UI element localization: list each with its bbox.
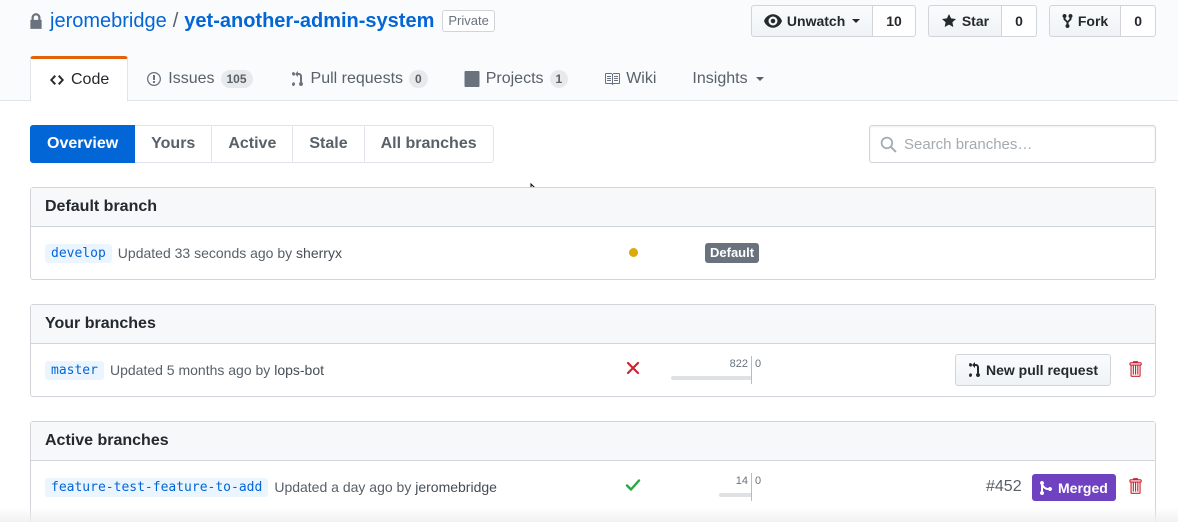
branch-updated-text: Updated 5 months ago by lops-bot: [110, 362, 324, 378]
star-group: Star 0: [927, 5, 1037, 37]
pull-request-icon: [969, 362, 980, 377]
branch-author[interactable]: lops-bot: [274, 362, 324, 378]
branch-updated-text: Updated 33 seconds ago by sherryx: [118, 245, 342, 261]
branch-row: master Updated 5 months ago by lops-bot …: [31, 344, 1155, 396]
unwatch-button[interactable]: Unwatch: [750, 5, 874, 37]
repo-name-link[interactable]: yet-another-admin-system: [184, 10, 434, 33]
behind-count: 822: [729, 358, 748, 370]
repo-header: jeromebridge / yet-another-admin-system …: [0, 0, 1178, 102]
branch-name-link[interactable]: master: [45, 360, 104, 380]
tab-insights[interactable]: Insights: [674, 56, 781, 102]
chevron-down-icon: [852, 19, 861, 23]
code-icon: [50, 75, 64, 85]
tab-wiki[interactable]: Wiki: [586, 56, 674, 102]
ahead-behind-divider: [751, 356, 752, 384]
tab-code[interactable]: Code: [30, 56, 129, 102]
trash-icon[interactable]: [1128, 360, 1142, 378]
ahead-behind-graph: 14 0: [671, 473, 831, 503]
star-label: Star: [961, 13, 990, 29]
default-badge: Default: [705, 243, 760, 263]
pull-request-icon: [291, 71, 303, 87]
branch-updated-text: Updated a day ago by jeromebridge: [274, 479, 497, 495]
filter-active[interactable]: Active: [212, 125, 294, 163]
default-branch-heading: Default branch: [31, 188, 1155, 227]
ahead-behind-graph: 822 0: [671, 356, 831, 386]
fork-button[interactable]: Fork: [1048, 5, 1122, 37]
repo-title: jeromebridge / yet-another-admin-system …: [28, 7, 495, 35]
tab-projects-label: Projects: [485, 70, 544, 87]
filter-all-branches[interactable]: All branches: [364, 125, 494, 163]
tab-wiki-label: Wiki: [626, 70, 657, 87]
unwatch-label: Unwatch: [786, 13, 846, 29]
fork-label: Fork: [1077, 13, 1109, 29]
merge-icon: [1040, 480, 1052, 495]
filter-overview[interactable]: Overview: [30, 125, 136, 163]
ahead-behind-divider: [751, 473, 752, 501]
branch-row: develop Updated 33 seconds ago by sherry…: [31, 227, 1155, 279]
status-pending-icon[interactable]: [629, 248, 638, 257]
new-pull-request-label: New pull request: [986, 362, 1099, 378]
repo-actions: Unwatch 10 Star 0 Fork 0: [750, 5, 1156, 37]
search-branches-field[interactable]: [869, 125, 1156, 163]
bottom-fade: [0, 507, 1178, 522]
fork-count[interactable]: 0: [1121, 5, 1156, 37]
issues-count: 105: [220, 70, 253, 88]
repo-owner-link[interactable]: jeromebridge: [50, 10, 167, 33]
branch-author[interactable]: sherryx: [296, 245, 342, 261]
search-icon: [880, 136, 897, 153]
repo-nav: Code Issues 105 Pull requests 0 Projects…: [30, 56, 782, 102]
branch-name-link[interactable]: feature-test-feature-to-add: [45, 477, 269, 497]
filter-stale[interactable]: Stale: [293, 125, 365, 163]
branch-author[interactable]: jeromebridge: [415, 479, 497, 495]
default-branch-box: Default branch develop Updated 33 second…: [30, 187, 1156, 280]
branch-name-link[interactable]: develop: [45, 243, 112, 263]
behind-bar: [671, 376, 751, 380]
tab-issues[interactable]: Issues 105: [128, 56, 270, 102]
filter-yours[interactable]: Yours: [135, 125, 213, 163]
tab-pull-requests[interactable]: Pull requests 0: [271, 56, 446, 102]
repo-separator: /: [172, 9, 179, 32]
private-badge: Private: [442, 10, 495, 32]
chevron-down-icon: [755, 77, 764, 81]
fork-icon: [1062, 13, 1073, 29]
merged-label: Merged: [1058, 479, 1108, 496]
branch-row: feature-test-feature-to-add Updated a da…: [31, 461, 1155, 513]
ahead-count: 0: [755, 358, 762, 370]
tab-pull-requests-label: Pull requests: [310, 70, 404, 87]
merged-badge[interactable]: Merged: [1032, 474, 1116, 501]
tab-issues-label: Issues: [168, 70, 215, 87]
pull-requests-count: 0: [409, 70, 428, 88]
watch-count[interactable]: 10: [873, 5, 916, 37]
star-icon: [941, 14, 956, 27]
trash-icon[interactable]: [1128, 477, 1142, 495]
tab-projects[interactable]: Projects 1: [446, 56, 586, 102]
behind-bar: [719, 493, 751, 497]
tab-code-label: Code: [71, 71, 110, 88]
ahead-count: 0: [755, 475, 762, 487]
branch-updated-time: Updated a day ago by: [274, 479, 412, 495]
branch-updated-time: Updated 33 seconds ago by: [117, 245, 293, 261]
active-branches-heading: Active branches: [31, 422, 1155, 461]
status-success-icon[interactable]: [625, 477, 641, 493]
lock-icon: [30, 13, 42, 29]
pull-request-number-link[interactable]: #452: [986, 478, 1022, 496]
your-branches-heading: Your branches: [31, 305, 1155, 344]
your-branches-box: Your branches master Updated 5 months ag…: [30, 304, 1156, 397]
watch-group: Unwatch 10: [750, 5, 916, 37]
book-icon: [605, 73, 621, 85]
star-count[interactable]: 0: [1002, 5, 1037, 37]
projects-count: 1: [549, 70, 569, 88]
project-icon: [464, 71, 480, 87]
star-button[interactable]: Star: [927, 5, 1003, 37]
behind-count: 14: [735, 475, 748, 487]
new-pull-request-button[interactable]: New pull request: [955, 354, 1112, 386]
eye-icon: [763, 14, 782, 28]
search-branches-input[interactable]: [904, 135, 1144, 153]
issue-icon: [147, 72, 162, 86]
tab-insights-label: Insights: [692, 70, 748, 87]
status-failure-icon[interactable]: [625, 360, 641, 376]
branch-filter-nav: Overview Yours Active Stale All branches: [30, 125, 494, 163]
branch-updated-time: Updated 5 months ago by: [109, 362, 271, 378]
fork-group: Fork 0: [1048, 5, 1156, 37]
